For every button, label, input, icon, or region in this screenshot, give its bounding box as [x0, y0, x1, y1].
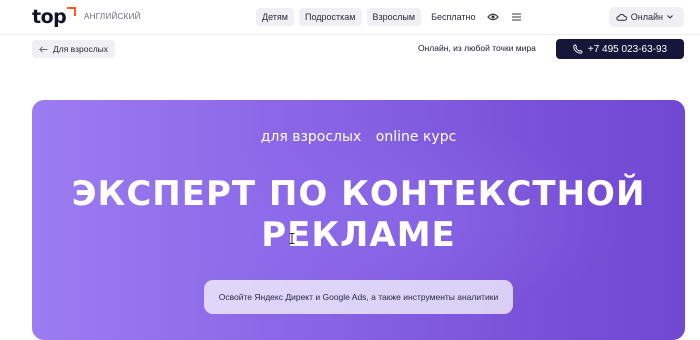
- arrow-left-icon: [39, 45, 48, 53]
- top-header: top английский Детям Подросткам Взрослым…: [0, 0, 700, 35]
- logo[interactable]: top: [32, 6, 77, 28]
- phone-icon: [573, 44, 583, 54]
- menu-icon[interactable]: [510, 8, 524, 26]
- online-dropdown-button[interactable]: Онлайн: [608, 7, 684, 27]
- logo-subtitle: английский: [84, 12, 141, 21]
- tag-format: online курс: [375, 129, 457, 145]
- hero-banner: для взрослых online курс эксперт по конт…: [32, 100, 685, 340]
- hero-subtitle: Освойте Яндекс Директ и Google Ads, а та…: [204, 280, 513, 314]
- hero-title: эксперт по контекстной рекламе: [32, 174, 685, 256]
- hero-title-line-2: рекламе: [261, 215, 456, 255]
- eye-icon[interactable]: [486, 8, 500, 26]
- cloud-icon: [616, 13, 627, 21]
- logo-text: top: [32, 6, 67, 28]
- nav-free[interactable]: Бесплатно: [431, 8, 475, 26]
- online-label: Онлайн: [630, 12, 663, 22]
- hero-title-line-1: эксперт по контекстной: [71, 174, 646, 214]
- location-info: Онлайн, из любой точки мира: [418, 43, 536, 53]
- tag-audience: для взрослых: [260, 129, 362, 145]
- main-nav: Детям Подросткам Взрослым Бесплатно: [256, 8, 534, 26]
- phone-button[interactable]: +7 495 023-63-93: [556, 39, 684, 59]
- hero-tags: для взрослых online курс: [32, 129, 685, 145]
- logo-corner-icon: [67, 7, 77, 16]
- chevron-down-icon: [667, 15, 673, 19]
- back-label: Для взрослых: [53, 44, 109, 54]
- nav-kids[interactable]: Детям: [256, 8, 294, 26]
- nav-adults[interactable]: Взрослым: [366, 8, 422, 26]
- back-button[interactable]: Для взрослых: [32, 40, 116, 58]
- phone-number: +7 495 023-63-93: [587, 43, 668, 55]
- nav-teens[interactable]: Подросткам: [299, 8, 362, 26]
- text-cursor-icon: [289, 233, 295, 244]
